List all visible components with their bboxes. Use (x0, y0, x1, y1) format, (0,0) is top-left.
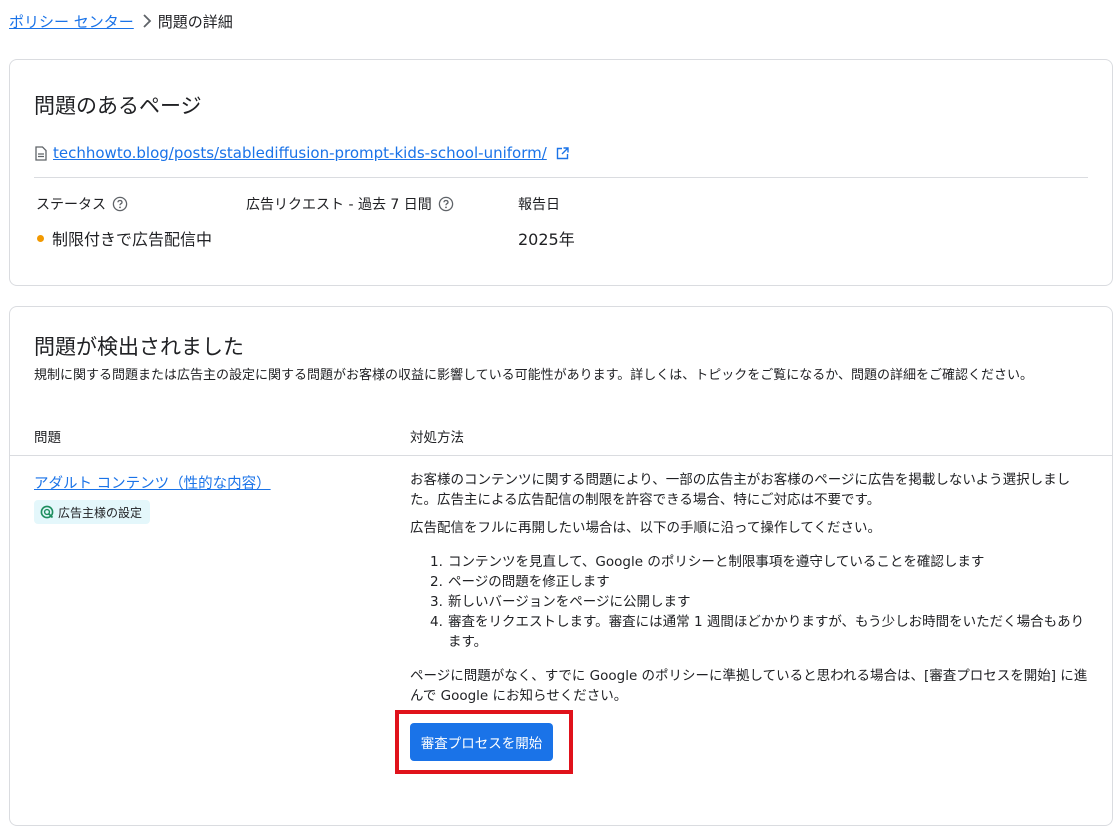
help-icon[interactable] (112, 196, 128, 212)
advertiser-settings-icon (40, 505, 54, 519)
status-value-text: 制限付きで広告配信中 (52, 230, 213, 249)
ad-requests-label: 広告リクエスト - 過去 7 日間 (246, 194, 454, 214)
resolution-paragraph-1: お客様のコンテンツに関する問題により、一部の広告主がお客様のページに広告を掲載し… (410, 472, 1071, 508)
page-url-link[interactable]: techhowto.blog/posts/stablediffusion-pro… (53, 144, 547, 162)
page-url-row: techhowto.blog/posts/stablediffusion-pro… (35, 144, 569, 162)
problem-page-card: 問題のあるページ techhowto.blog/posts/stablediff… (9, 59, 1113, 286)
step-text: ページの問題を修正します (448, 574, 610, 590)
step-text: コンテンツを見直して、Google のポリシーと制限事項を遵守していることを確認… (448, 554, 985, 570)
status-value: 制限付きで広告配信中 (37, 226, 212, 250)
divider (10, 455, 1112, 456)
step-number: 2. (430, 574, 443, 590)
issues-detected-card: 問題が検出されました 規制に関する問題または広告主の設定に関する問題がお客様の収… (9, 306, 1113, 826)
issue-adult-content-link[interactable]: アダルト コンテンツ（性的な内容） (34, 472, 271, 493)
resolution-paragraph-2: 広告配信をフルに再開したい場合は、以下の手順に沿って操作してください。 (410, 520, 882, 536)
column-header-resolution: 対処方法 (410, 430, 464, 446)
issues-detected-title: 問題が検出されました (34, 335, 244, 359)
report-date-label: 報告日 (518, 197, 560, 213)
step-text: 新しいバージョンをページに公開します (448, 594, 691, 610)
document-icon (35, 145, 47, 161)
chevron-right-icon (138, 10, 156, 32)
column-header-issue: 問題 (34, 430, 61, 446)
advertiser-settings-chip: 広告主様の設定 (34, 500, 151, 524)
breadcrumb-policy-center-link[interactable]: ポリシー センター (9, 11, 134, 32)
problem-page-title: 問題のあるページ (34, 94, 202, 118)
breadcrumb: ポリシー センター 問題の詳細 (9, 10, 233, 32)
start-review-process-button[interactable]: 審査プロセスを開始 (410, 723, 553, 761)
status-dot-icon (37, 234, 44, 242)
ad-requests-label-text: 広告リクエスト - 過去 7 日間 (246, 197, 432, 213)
help-icon[interactable] (438, 196, 454, 212)
chip-label: 広告主様の設定 (58, 505, 143, 520)
step-number: 3. (430, 594, 443, 610)
divider (34, 177, 1088, 178)
list-item: 4. 審査をリクエストします。審査には通常 1 週間ほどかかりますが、もう少しお時… (430, 612, 1090, 652)
issues-description: 規制に関する問題または広告主の設定に関する問題がお客様の収益に影響している可能性… (34, 368, 1034, 383)
resolution-paragraph-3: ページに問題がなく、すでに Google のポリシーに準拠していると思われる場合… (410, 668, 1088, 704)
breadcrumb-current: 問題の詳細 (157, 12, 233, 31)
step-number: 4. (430, 614, 443, 630)
list-item: 1. コンテンツを見直して、Google のポリシーと制限事項を遵守していることを… (430, 552, 1090, 572)
resolution-steps-list: 1. コンテンツを見直して、Google のポリシーと制限事項を遵守していることを… (430, 552, 1090, 652)
list-item: 3. 新しいバージョンをページに公開します (430, 592, 1090, 612)
report-date-value: 2025年 (518, 230, 575, 249)
status-label: ステータス (36, 194, 128, 214)
status-label-text: ステータス (36, 197, 106, 213)
step-text: 審査をリクエストします。審査には通常 1 週間ほどかかりますが、もう少しお時間を… (448, 614, 1085, 650)
external-link-icon[interactable] (556, 146, 569, 160)
list-item: 2. ページの問題を修正します (430, 572, 1090, 592)
step-number: 1. (430, 554, 443, 570)
